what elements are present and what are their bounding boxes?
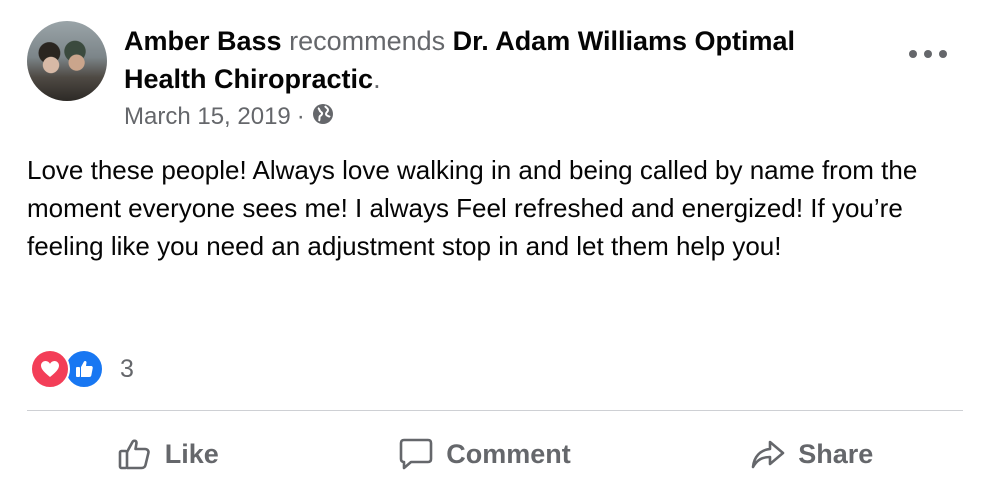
recommends-verb: recommends: [289, 26, 446, 56]
more-options-dot: [924, 50, 932, 58]
reactions-summary[interactable]: 3: [30, 349, 134, 389]
post-meta: March 15, 2019 ·: [124, 101, 335, 133]
love-reaction-icon: [30, 349, 70, 389]
author-name[interactable]: Amber Bass: [124, 26, 282, 56]
comment-button[interactable]: Comment: [398, 436, 571, 472]
reaction-count[interactable]: 3: [120, 355, 134, 384]
comment-bubble-icon: [398, 436, 434, 472]
share-button[interactable]: Share: [750, 436, 873, 472]
profile-avatar[interactable]: [27, 21, 107, 101]
more-options-icon: [909, 50, 917, 58]
header-period: .: [373, 64, 381, 94]
thumbs-up-icon: [117, 436, 153, 472]
like-reaction-icon: [64, 349, 104, 389]
like-button[interactable]: Like: [117, 436, 219, 472]
divider: [27, 410, 963, 411]
meta-separator: ·: [296, 103, 305, 130]
post-date[interactable]: March 15, 2019: [124, 103, 291, 131]
post-header: Amber Bass recommends Dr. Adam Williams …: [124, 22, 884, 98]
comment-label: Comment: [446, 438, 571, 469]
post-body: Love these people! Always love walking i…: [27, 155, 918, 261]
like-label: Like: [164, 438, 219, 469]
share-label: Share: [798, 438, 874, 469]
share-arrow-icon: [750, 436, 786, 472]
more-options-dot: [939, 50, 947, 58]
globe-icon[interactable]: [311, 102, 335, 133]
action-bar: Like Comment Share: [27, 426, 963, 482]
more-options-button[interactable]: [909, 44, 947, 64]
